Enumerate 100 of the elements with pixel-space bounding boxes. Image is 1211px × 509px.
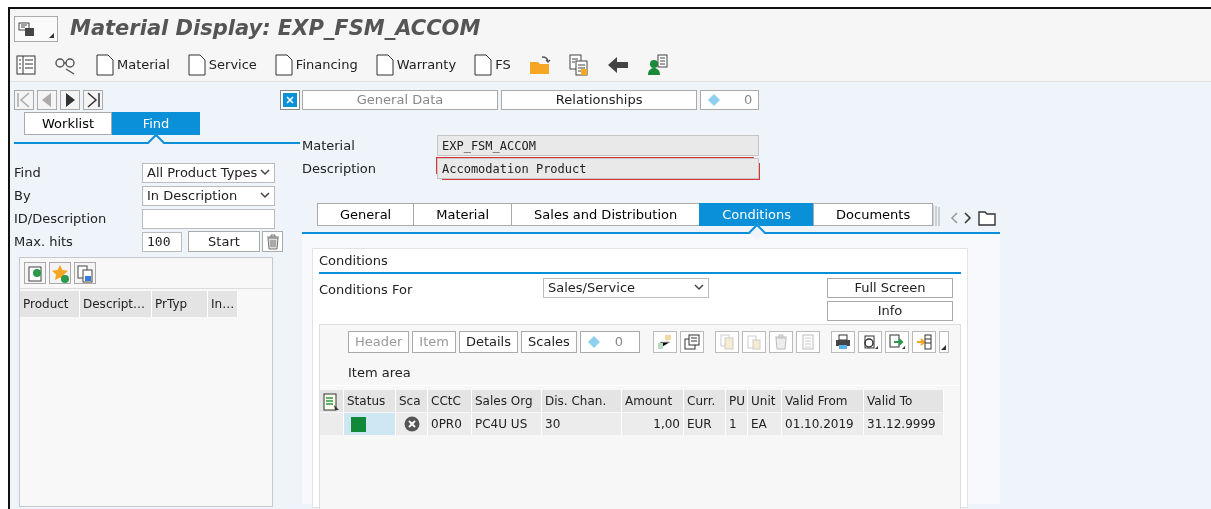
document-button[interactable]: Service — [187, 54, 257, 76]
caret-icon — [941, 344, 947, 350]
hierarchy-icon — [652, 330, 677, 353]
filter-icon[interactable] — [24, 262, 46, 284]
input-field[interactable]: Accomodation Product — [437, 158, 759, 179]
cancel-icon — [403, 416, 420, 432]
caret-icon — [49, 33, 54, 38]
dropdown-button[interactable] — [938, 330, 949, 353]
tab-stack-icon — [932, 204, 941, 226]
glasses-icon[interactable] — [54, 55, 78, 75]
column-header[interactable]: Valid To — [864, 390, 944, 412]
document-button[interactable]: Financing — [274, 54, 358, 76]
document-icon — [474, 54, 493, 76]
toolbar-button[interactable]: Scales — [521, 330, 577, 353]
count-badge: 0 — [700, 90, 760, 110]
tab-button[interactable]: Relationships — [501, 90, 698, 110]
print-icon[interactable] — [830, 330, 855, 353]
next-icon[interactable] — [60, 90, 80, 110]
layout-icon[interactable] — [911, 330, 936, 353]
input-field[interactable] — [142, 208, 275, 229]
tab[interactable]: Material — [413, 203, 513, 226]
calculator-icon — [795, 330, 820, 353]
layout-icon[interactable] — [16, 55, 36, 75]
trash-icon — [768, 330, 793, 353]
window-icon — [18, 21, 36, 37]
list-settings-icon[interactable] — [322, 392, 340, 411]
group-title: Conditions — [319, 251, 961, 274]
last-page-icon[interactable] — [83, 90, 103, 110]
folder-icon[interactable] — [978, 210, 996, 226]
field-label: ID/Description — [14, 209, 108, 228]
tab[interactable]: Worklist — [24, 112, 112, 135]
column-header[interactable]: Valid From — [782, 390, 864, 412]
field-label: Description — [302, 159, 378, 178]
table-cell: 01.10.2019 — [782, 413, 864, 435]
document-settings-icon[interactable] — [857, 330, 882, 353]
input-field[interactable]: EXP_FSM_ACCOM — [437, 135, 759, 156]
field-label: Max. hits — [14, 232, 74, 251]
table-cell: 31.12.9999 — [864, 413, 944, 435]
column-header[interactable]: Product — [20, 291, 80, 317]
dropdown[interactable]: Sales/Service — [543, 277, 709, 298]
trash-icon — [265, 233, 280, 250]
start-button[interactable]: Start — [188, 231, 260, 252]
column-header[interactable]: Curr. — [684, 390, 726, 412]
field-label: Find — [14, 163, 42, 182]
column-header[interactable]: Unit — [748, 390, 782, 412]
export-icon[interactable] — [884, 330, 909, 353]
chevron-right-icon[interactable] — [963, 212, 972, 224]
field-label: Material — [302, 136, 356, 155]
person-icon[interactable] — [646, 54, 669, 76]
table-cell: EUR — [684, 413, 726, 435]
column-header[interactable]: Dis. Chan. — [542, 390, 622, 412]
diamond-icon — [707, 93, 722, 107]
side-button[interactable]: Info — [827, 300, 953, 321]
column-header[interactable]: Amount — [622, 390, 684, 412]
windows-icon[interactable] — [679, 330, 704, 353]
column-header[interactable]: Sca — [396, 390, 428, 412]
diamond-icon — [586, 334, 601, 349]
field-label: By — [14, 186, 32, 205]
dropdown[interactable]: All Product Types — [142, 162, 275, 183]
table-cell: 0PR0 — [428, 413, 472, 435]
copy-icon[interactable] — [74, 262, 97, 284]
document-icon — [274, 54, 293, 76]
chevron-down-icon — [260, 169, 270, 176]
tab[interactable]: Documents — [813, 203, 934, 226]
column-header[interactable]: PU — [726, 390, 748, 412]
column-header[interactable]: Sales Org — [472, 390, 542, 412]
document-button[interactable]: Material — [96, 54, 170, 76]
folder-icon[interactable] — [528, 55, 551, 75]
table-cell: 1,00 — [622, 413, 684, 435]
column-header[interactable]: Descript… — [80, 291, 152, 317]
column-header[interactable]: CCtC — [428, 390, 472, 412]
tab[interactable]: Find — [112, 112, 200, 135]
tab[interactable]: Conditions — [699, 203, 815, 226]
section-label: Item area — [320, 354, 960, 386]
input-field[interactable]: 100 — [142, 231, 182, 252]
copy-icon — [714, 330, 739, 353]
document-button[interactable]: Warranty — [375, 54, 457, 76]
chevron-down-icon — [694, 284, 704, 291]
field-label: Conditions For — [319, 280, 414, 299]
dropdown[interactable]: In Description — [142, 185, 275, 206]
back-arrow-icon[interactable] — [606, 56, 629, 74]
table-cell: PC4U US — [472, 413, 542, 435]
tab[interactable]: General — [317, 203, 415, 226]
column-header[interactable]: In… — [208, 291, 238, 317]
column-header[interactable]: PrTyp — [152, 291, 208, 317]
table-cell: 30 — [542, 413, 622, 435]
column-header[interactable]: Status — [344, 390, 396, 412]
document-icon — [375, 54, 394, 76]
menu-button[interactable] — [14, 16, 58, 42]
toolbar-button[interactable]: Details — [458, 330, 518, 353]
trash-button[interactable] — [262, 231, 283, 252]
document-button[interactable]: FS — [474, 54, 511, 76]
copy-icon[interactable] — [568, 54, 589, 76]
favorite-add-icon[interactable] — [49, 262, 72, 284]
document-icon — [187, 54, 206, 76]
chevron-left-icon[interactable] — [949, 212, 958, 224]
window-title: Material Display: EXP_FSM_ACCOM — [70, 16, 481, 42]
side-button[interactable]: Full Screen — [827, 277, 953, 298]
tab[interactable]: Sales and Distribution — [511, 203, 701, 226]
close-button[interactable] — [280, 90, 300, 110]
